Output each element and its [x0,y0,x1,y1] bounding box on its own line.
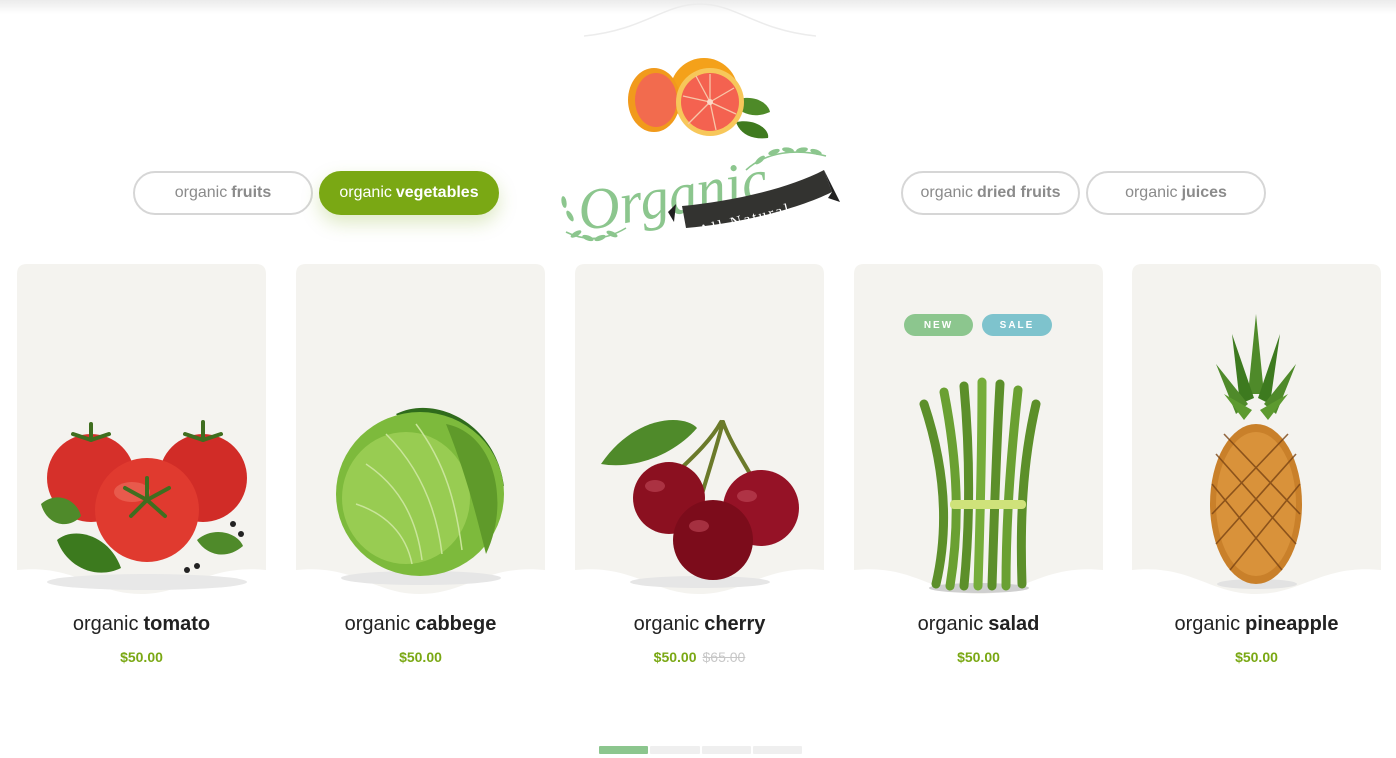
tomato-image [41,420,247,590]
product-card-cherry[interactable]: organic cherry $50.00 $65.00 [575,264,824,684]
cabbage-image [336,407,504,585]
product-prefix: organic [72,613,139,635]
pagination-dot[interactable] [650,746,700,754]
tab-prefix: organic [1125,184,1178,201]
product-card-tomato[interactable]: organic tomato $50.00 [17,264,266,684]
pagination-dot[interactable] [701,746,751,754]
product-price: $50.00 [17,649,266,665]
product-card-pineapple[interactable]: organic pineapple $50.00 [1132,264,1381,684]
product-price: $50.00 [854,649,1103,665]
product-price: $50.00 $65.00 [575,649,824,665]
grapefruit-icon [628,58,770,139]
header-arc [584,3,816,37]
product-title[interactable]: organic pineapple [1132,613,1381,636]
product-prefix: organic [344,613,411,635]
product-prefix: organic [1174,613,1241,635]
product-name: pineapple [1245,613,1339,635]
pineapple-image [1210,314,1302,589]
organic-logo[interactable]: Organic All Natural [556,52,846,248]
product-title[interactable]: organic tomato [17,613,266,636]
cherry-image [601,419,799,588]
product-name: cabbege [415,613,497,635]
tab-prefix: organic [174,184,228,201]
asparagus-image [919,377,1041,593]
tab-organic-dried-fruits[interactable]: organic dried fruits [901,171,1080,215]
tab-organic-fruits[interactable]: organic fruits [133,171,313,215]
price-current: $50.00 [120,649,163,665]
tab-organic-juices[interactable]: organic juices [1086,171,1266,215]
product-card-salad[interactable]: NEW SALE organic salad $50.00 [854,264,1103,684]
pagination-dot[interactable] [752,746,802,754]
product-card-cabbege[interactable]: organic cabbege $50.00 [296,264,545,684]
tab-label: dried fruits [976,184,1061,201]
price-current: $50.00 [1235,649,1278,665]
product-name: cherry [704,613,766,635]
product-title[interactable]: organic cherry [575,613,824,636]
product-name: tomato [143,613,211,635]
product-title[interactable]: organic cabbege [296,613,545,636]
carousel-pagination [599,746,802,754]
price-current: $50.00 [957,649,1000,665]
product-title[interactable]: organic salad [854,613,1103,636]
tab-prefix: organic [920,184,973,201]
product-prefix: organic [917,613,984,635]
price-current: $50.00 [653,649,697,665]
product-name: salad [988,613,1040,635]
price-current: $50.00 [399,649,442,665]
product-price: $50.00 [1132,649,1381,665]
tab-label: fruits [231,184,272,201]
tab-organic-vegetables[interactable]: organic vegetables [319,171,499,215]
tab-label: vegetables [395,184,479,201]
product-price: $50.00 [296,649,545,665]
pagination-dot[interactable] [599,746,649,754]
tab-label: juices [1181,184,1227,201]
product-prefix: organic [633,613,700,635]
price-old: $65.00 [702,649,746,665]
tab-prefix: organic [339,184,392,201]
